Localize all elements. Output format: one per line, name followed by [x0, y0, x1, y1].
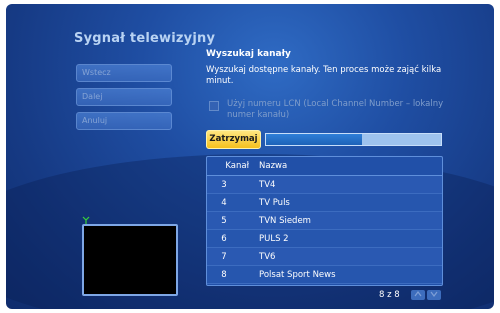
lcn-checkbox[interactable]	[209, 101, 219, 111]
table-row[interactable]: 7 TV6	[207, 248, 442, 266]
table-header: Kanał Nazwa	[207, 157, 442, 176]
channel-name: Polsat Sport News	[259, 269, 336, 280]
chevron-up-icon[interactable]	[411, 290, 425, 300]
channel-name: TVN Siedem	[259, 215, 311, 226]
channel-name: TV6	[259, 251, 276, 262]
scan-progress-bar	[265, 133, 442, 146]
page-counter: 8 z 8	[379, 290, 400, 300]
lcn-label: Użyj numeru LCN (Local Channel Number – …	[227, 99, 444, 120]
channel-name: TV Puls	[259, 197, 290, 208]
media-center-window: Sygnał telewizyjny Wstecz Dalej Anuluj W…	[6, 4, 494, 309]
table-row[interactable]: 5 TVN Siedem	[207, 212, 442, 230]
lcn-option[interactable]: Użyj numeru LCN (Local Channel Number – …	[209, 99, 452, 121]
channel-number: 4	[221, 197, 227, 208]
table-row[interactable]: 4 TV Puls	[207, 194, 442, 212]
table-row[interactable]: 8 Polsat Sport News	[207, 266, 442, 284]
channel-name: PULS 2	[259, 233, 289, 244]
tv-preview	[82, 224, 178, 296]
next-button[interactable]: Dalej	[76, 88, 172, 106]
stop-button[interactable]: Zatrzymaj	[206, 130, 261, 149]
column-header-channel: Kanał	[225, 161, 249, 171]
table-row[interactable]: 3 TV4	[207, 176, 442, 194]
page-title: Sygnał telewizyjny	[74, 31, 216, 46]
scan-progress-fill	[266, 134, 363, 145]
channel-number: 3	[221, 179, 227, 190]
cancel-button[interactable]: Anuluj	[76, 112, 172, 130]
back-button[interactable]: Wstecz	[76, 64, 172, 82]
channel-number: 7	[221, 251, 227, 262]
channel-number: 6	[221, 233, 227, 244]
channel-number: 8	[221, 269, 227, 280]
channel-number: 5	[221, 215, 227, 226]
chevron-down-icon[interactable]	[427, 290, 441, 300]
table-row[interactable]: 6 PULS 2	[207, 230, 442, 248]
channel-table: Kanał Nazwa 3 TV4 4 TV Puls 5 TVN Siedem…	[206, 156, 443, 286]
section-description: Wyszukaj dostępne kanały. Ten proces moż…	[206, 65, 442, 86]
channel-name: TV4	[259, 179, 276, 190]
section-heading: Wyszukaj kanały	[206, 49, 291, 59]
column-header-name: Nazwa	[259, 161, 288, 171]
